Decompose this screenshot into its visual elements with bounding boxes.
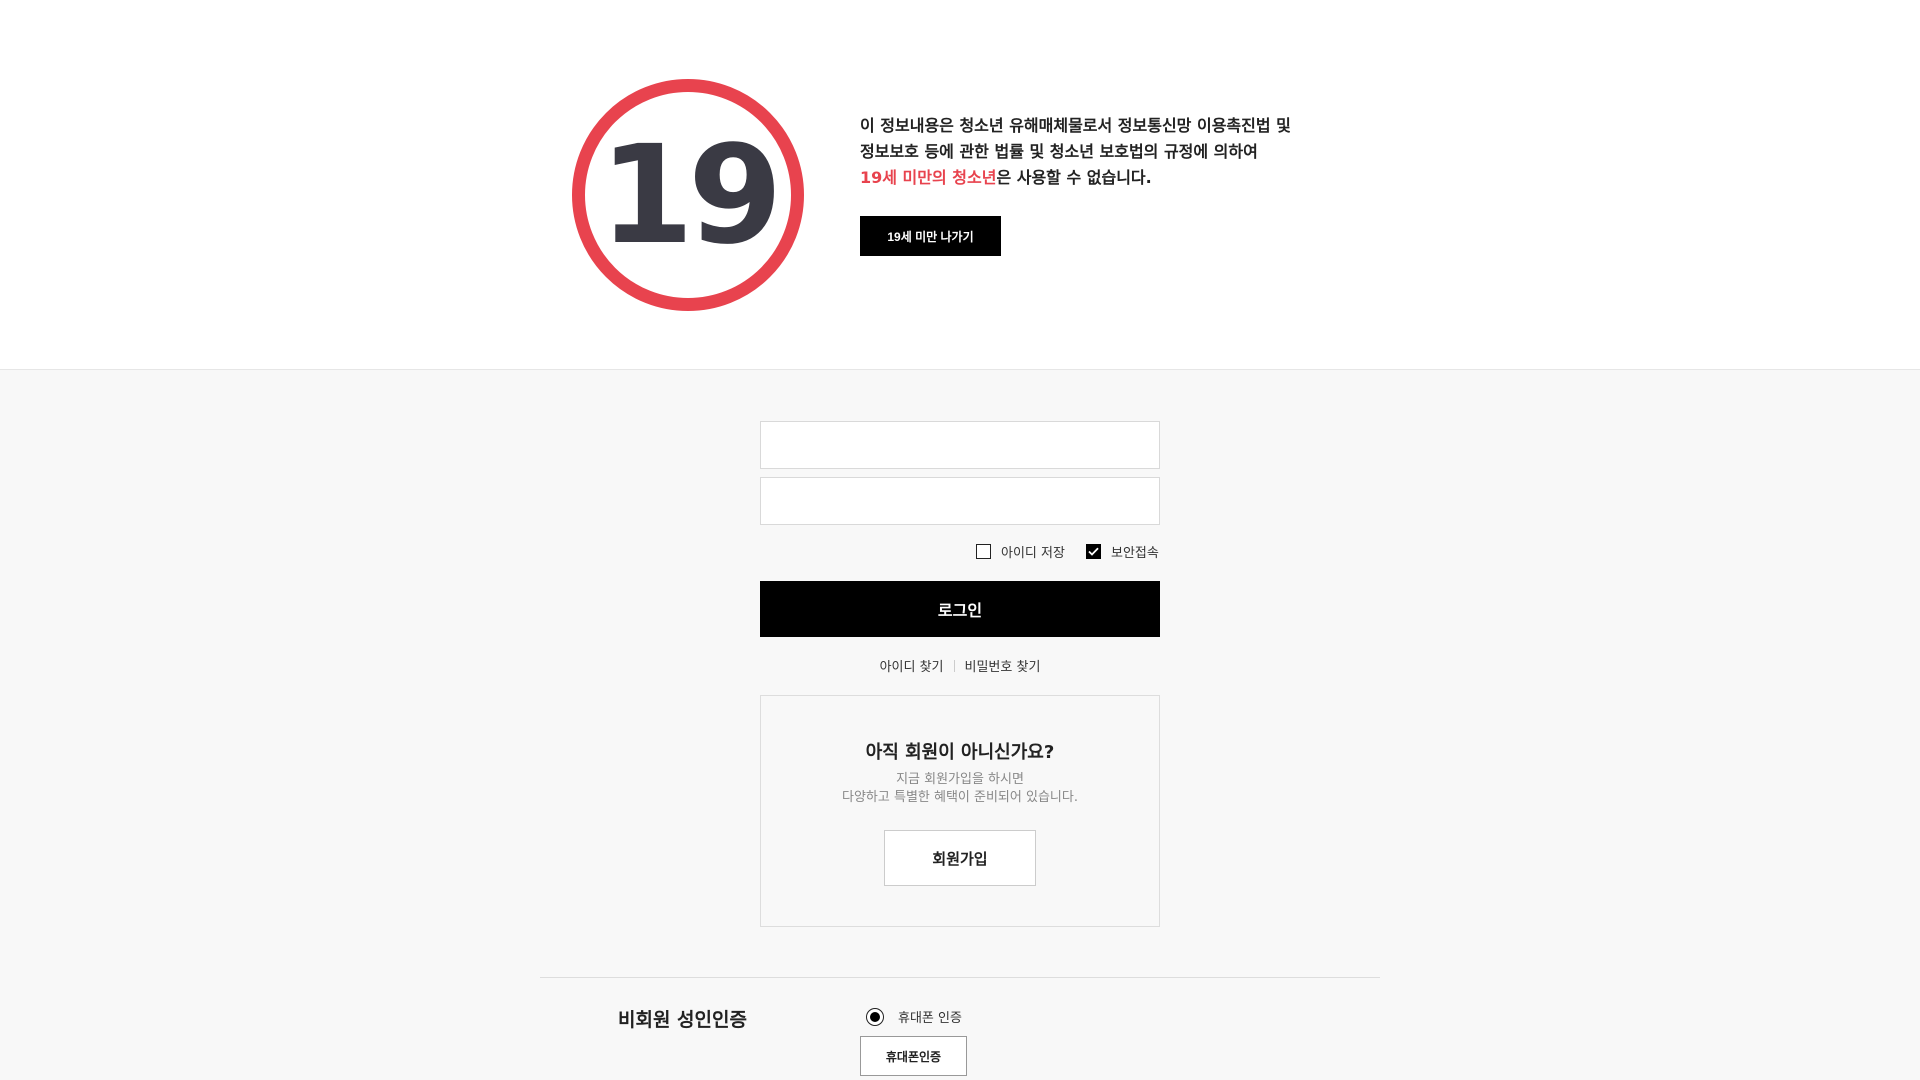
signup-title: 아직 회원이 아니신가요? — [865, 742, 1055, 763]
signup-desc-line-1: 지금 회원가입을 하시면 — [896, 772, 1024, 787]
user-id-input[interactable] — [760, 421, 1160, 469]
phone-verification-button[interactable]: 휴대폰인증 — [860, 1036, 967, 1076]
phone-verification-label: 휴대폰 인증 — [898, 1011, 962, 1026]
signup-button[interactable]: 회원가입 — [884, 830, 1036, 886]
signup-desc-line-2: 다양하고 특별한 혜택이 준비되어 있습니다. — [842, 790, 1078, 805]
age-notice-text: 이 정보내용은 청소년 유해매체물로서 정보통신망 이용촉진법 및 정보보호 등… — [860, 113, 1380, 191]
save-id-checkbox-box[interactable] — [976, 544, 991, 559]
password-input[interactable] — [760, 477, 1160, 525]
secure-login-label: 보안접속 — [1111, 546, 1159, 561]
radio-selected-dot — [870, 1011, 880, 1022]
login-button[interactable]: 로그인 — [760, 581, 1160, 637]
check-icon — [1088, 547, 1099, 556]
secure-login-checkbox[interactable]: 보안접속 — [1086, 542, 1159, 561]
signup-description: 지금 회원가입을 하시면 다양하고 특별한 혜택이 준비되어 있습니다. — [761, 771, 1159, 807]
badge-number: 19 — [599, 117, 782, 275]
signup-promo-box: 아직 회원이 아니신가요? 지금 회원가입을 하시면 다양하고 특별한 혜택이 … — [760, 695, 1160, 927]
find-id-link[interactable]: 아이디 찾기 — [880, 656, 944, 675]
notice-highlight: 19세 미만의 청소년 — [860, 168, 997, 187]
find-account-links: 아이디 찾기 비밀번호 찾기 — [760, 656, 1160, 675]
phone-verification-radio[interactable]: 휴대폰 인증 — [866, 1007, 962, 1026]
exit-under-19-button[interactable]: 19세 미만 나가기 — [860, 216, 1001, 256]
notice-line-3-rest: 은 사용할 수 없습니다. — [996, 168, 1152, 187]
age-notice-section: 19 이 정보내용은 청소년 유해매체물로서 정보통신망 이용촉진법 및 정보보… — [0, 0, 1920, 370]
secure-login-checkbox-box[interactable] — [1086, 544, 1101, 559]
section-divider — [540, 977, 1380, 978]
notice-line-1: 이 정보내용은 청소년 유해매체물로서 정보통신망 이용촉진법 및 — [860, 116, 1291, 135]
notice-line-3: 19세 미만의 청소년은 사용할 수 없습니다. — [860, 165, 1380, 191]
age-19-badge-icon: 19 — [572, 79, 804, 311]
notice-line-2: 정보보호 등에 관한 법률 및 청소년 보호법의 규정에 의하여 — [860, 142, 1258, 161]
link-divider — [953, 659, 955, 672]
save-id-label: 아이디 저장 — [1001, 546, 1065, 561]
save-id-checkbox[interactable]: 아이디 저장 — [976, 542, 1065, 561]
guest-verification-title: 비회원 성인인증 — [618, 1009, 747, 1031]
find-password-link[interactable]: 비밀번호 찾기 — [965, 656, 1041, 675]
phone-verification-radio-circle[interactable] — [866, 1007, 884, 1026]
